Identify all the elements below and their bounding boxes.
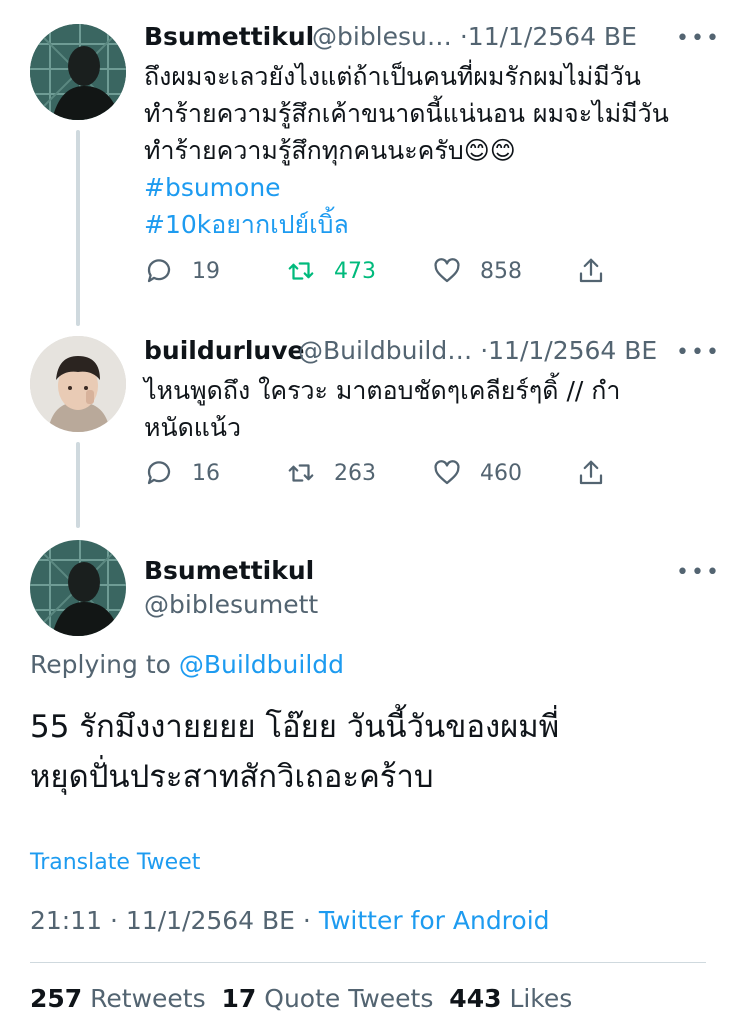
tweet-date[interactable]: 11/1/2564 BE: [468, 22, 637, 51]
author-name[interactable]: Bsumettikul: [144, 22, 314, 51]
replying-to-link[interactable]: @Buildbuildd: [179, 650, 344, 679]
replying-to: Replying to @Buildbuildd: [30, 650, 344, 679]
tweet-timestamp-row: 21:11 · 11/1/2564 BE · Twitter for Andro…: [30, 906, 550, 935]
like-count: 858: [480, 258, 522, 284]
retweets-count: 257: [30, 984, 83, 1013]
more-options-icon[interactable]: •••: [676, 26, 721, 51]
tweet-line: หยุดปั่นประสาทสักวิเถอะคร้าบ: [30, 759, 434, 795]
like-button[interactable]: 460: [432, 458, 522, 488]
more-options-icon[interactable]: •••: [676, 560, 721, 585]
avatar[interactable]: [30, 336, 126, 432]
tweet-line: ถึงผมจะเลวยังไงแต่ถ้าเป็นคนที่ผมรักผมไม่…: [144, 62, 641, 91]
heart-icon: [434, 460, 460, 485]
likes-label: Likes: [509, 984, 573, 1013]
avatar[interactable]: [30, 540, 126, 636]
tweet-line: ทำร้ายความรู้สึกทุกคนนะครับ😊😊: [144, 136, 516, 165]
like-count: 460: [480, 460, 522, 486]
share-button[interactable]: [576, 256, 624, 286]
author-name[interactable]: buildurluve: [144, 336, 304, 365]
likes-stat[interactable]: 443 Likes: [449, 984, 572, 1013]
tweet-text: ไหนพูดถึง ใครวะ มาตอบชัดๆเคลียร์ๆดิ้ // …: [144, 372, 714, 446]
engagement-stats: 257 Retweets 17 Quote Tweets 443 Likes: [30, 984, 572, 1013]
tweet-line: ทำร้ายความรู้สึกเค้าขนาดนี้แน่นอน ผมจะไม…: [144, 99, 669, 128]
retweet-button[interactable]: 473: [286, 256, 376, 286]
reply-button[interactable]: 16: [144, 458, 220, 488]
thread-line: [76, 442, 80, 528]
quote-tweets-label: Quote Tweets: [264, 984, 434, 1013]
heart-icon: [434, 258, 460, 283]
tweet-meta: @Buildbuild… ·11/1/2564 BE: [298, 336, 657, 365]
retweet-icon: [288, 262, 314, 280]
share-icon: [579, 258, 603, 283]
reply-count: 16: [192, 460, 220, 486]
tweet-line: หนัดแน้ว: [144, 413, 242, 442]
quote-tweets-count: 17: [221, 984, 257, 1013]
retweet-button[interactable]: 263: [286, 458, 376, 488]
tweet-meta: @biblesu… ·11/1/2564 BE: [312, 22, 637, 51]
author-handle[interactable]: @Buildbuild…: [298, 336, 472, 365]
tweet-date[interactable]: 11/1/2564 BE: [488, 336, 657, 365]
author-handle[interactable]: @biblesumett: [144, 590, 318, 619]
main-tweet-text: 55 รักมึงงายยยย โอ๊ยย วันนี้วันของผมพี่ …: [30, 702, 720, 802]
reply-count: 19: [192, 258, 220, 284]
reply-icon: [147, 259, 171, 283]
reply-icon: [147, 461, 171, 485]
tweet-text: ถึงผมจะเลวยังไงแต่ถ้าเป็นคนที่ผมรักผมไม่…: [144, 58, 714, 243]
share-button[interactable]: [576, 458, 624, 488]
reply-button[interactable]: 19: [144, 256, 220, 286]
author-name[interactable]: Bsumettikul: [144, 556, 314, 585]
author-handle[interactable]: @biblesu…: [312, 22, 452, 51]
meta-separator: ·: [480, 336, 489, 365]
tweet-line: 55 รักมึงงายยยย โอ๊ยย วันนี้วันของผมพี่: [30, 709, 560, 745]
meta-separator: ·: [459, 22, 468, 51]
hashtag-link[interactable]: #10kอยากเปย์เบิ้ล: [144, 206, 714, 243]
hashtag-link[interactable]: #bsumone: [144, 169, 714, 206]
likes-count: 443: [449, 984, 502, 1013]
thread-line: [76, 130, 80, 326]
like-button[interactable]: 858: [432, 256, 522, 286]
translate-tweet-link[interactable]: Translate Tweet: [30, 850, 200, 875]
replying-prefix: Replying to: [30, 650, 171, 679]
quote-tweets-stat[interactable]: 17 Quote Tweets: [222, 984, 434, 1013]
tweet-line: ไหนพูดถึง ใครวะ มาตอบชัดๆเคลียร์ๆดิ้ // …: [144, 376, 621, 405]
retweet-icon: [288, 464, 314, 482]
retweets-stat[interactable]: 257 Retweets: [30, 984, 206, 1013]
source-link[interactable]: Twitter for Android: [319, 906, 550, 935]
more-options-icon[interactable]: •••: [676, 340, 721, 365]
divider: [30, 962, 706, 963]
retweets-label: Retweets: [90, 984, 206, 1013]
share-icon: [579, 460, 603, 485]
retweet-count: 473: [334, 258, 376, 284]
tweet-timestamp[interactable]: 21:11 · 11/1/2564 BE ·: [30, 906, 311, 935]
avatar[interactable]: [30, 24, 126, 120]
retweet-count: 263: [334, 460, 376, 486]
